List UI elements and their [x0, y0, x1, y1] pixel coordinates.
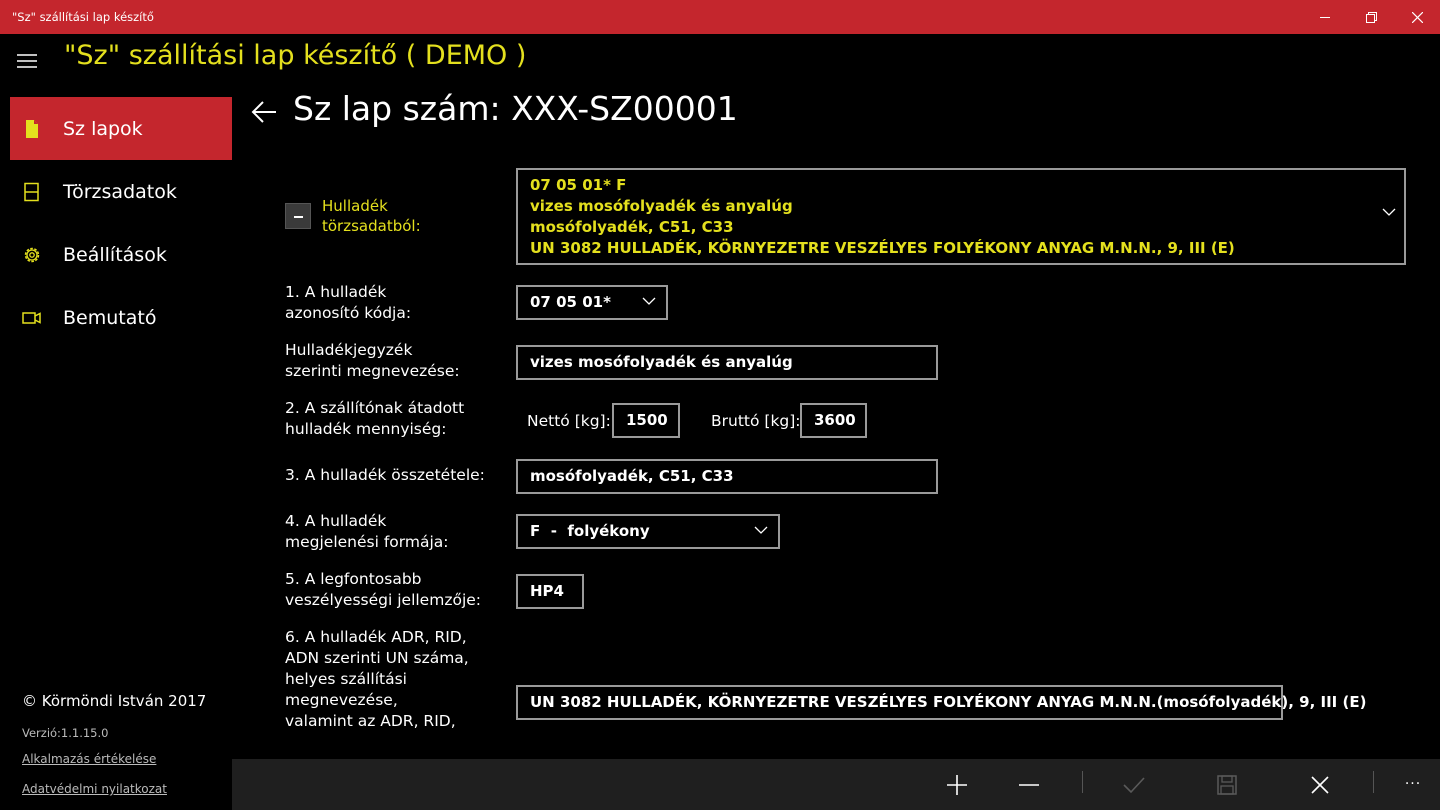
- name-label-line1: Hulladékjegyzék: [285, 341, 413, 359]
- master-line-composition: mosófolyadék, C51, C33: [530, 218, 734, 236]
- hazard-value: HP4: [530, 582, 564, 600]
- quantity-label-line2: hulladék mennyiség:: [285, 420, 447, 438]
- waste-code-value: 07 05 01*: [530, 293, 611, 311]
- back-button[interactable]: [248, 96, 280, 128]
- master-label-line1: Hulladék: [322, 197, 388, 215]
- sidebar-item-label: Sz lapok: [63, 118, 143, 140]
- close-icon: [1411, 11, 1423, 23]
- command-separator: [1373, 771, 1374, 793]
- app-title: "Sz" szállítási lap készítő ( DEMO ): [64, 40, 527, 71]
- check-icon: [1123, 776, 1145, 793]
- un-label-line: 6. A hulladék ADR, RID,: [285, 628, 467, 646]
- back-arrow-icon: [251, 101, 276, 123]
- restore-icon: [1365, 11, 1377, 23]
- window-close-button[interactable]: [1394, 0, 1440, 34]
- gross-weight-field[interactable]: 3600: [800, 403, 867, 438]
- more-options-button[interactable]: ...: [1398, 772, 1428, 796]
- privacy-policy-link[interactable]: Adatvédelmi nyilatkozat: [22, 782, 167, 796]
- quantity-label-line1: 2. A szállítónak átadott: [285, 399, 465, 417]
- form-type-label-line1: 4. A hulladék: [285, 512, 387, 530]
- copyright-text: © Körmöndi István 2017: [22, 692, 207, 710]
- net-label: Nettó [kg]:: [527, 412, 611, 430]
- window-title: "Sz" szállítási lap készítő: [12, 10, 154, 24]
- code-label-line2: azonosító kódja:: [285, 304, 412, 322]
- minimize-button[interactable]: [1302, 0, 1348, 34]
- master-label: Hulladék törzsadatból:: [322, 196, 421, 236]
- net-weight-field[interactable]: 1500: [612, 403, 680, 438]
- chevron-down-icon: [754, 526, 768, 534]
- accept-button[interactable]: [1110, 759, 1158, 810]
- code-label: 1. A hulladék azonosító kódja:: [285, 282, 411, 324]
- composition-field[interactable]: mosófolyadék, C51, C33: [516, 459, 938, 494]
- video-icon: [22, 312, 41, 324]
- waste-code-dropdown[interactable]: 07 05 01*: [516, 285, 668, 320]
- database-icon: [24, 182, 39, 202]
- hamburger-icon: [17, 54, 37, 68]
- minus-icon: [1019, 783, 1039, 786]
- sidebar-item-label: Bemutató: [63, 307, 157, 329]
- master-data-dropdown[interactable]: 07 05 01* F vizes mosófolyadék és anyalú…: [516, 168, 1406, 265]
- un-label-line: helyes szállítási: [285, 670, 407, 688]
- restore-button[interactable]: [1348, 0, 1394, 34]
- hazard-label-line1: 5. A legfontosabb: [285, 570, 422, 588]
- waste-name-field[interactable]: vizes mosófolyadék és anyalúg: [516, 345, 938, 380]
- sidebar-item-beallitasok[interactable]: Beállítások: [10, 223, 232, 286]
- sidebar-item-bemutato[interactable]: Bemutató: [10, 286, 232, 349]
- rate-app-link[interactable]: Alkalmazás értékelése: [22, 752, 156, 766]
- minimize-icon: [1320, 17, 1330, 18]
- sidebar-item-label: Beállítások: [63, 244, 167, 266]
- plus-icon: [947, 774, 967, 795]
- collapse-button[interactable]: [285, 203, 311, 229]
- close-icon: [1311, 775, 1329, 794]
- composition-label: 3. A hulladék összetétele:: [285, 466, 485, 484]
- hazard-label: 5. A legfontosabb veszélyességi jellemző…: [285, 569, 481, 611]
- gear-icon: [24, 247, 40, 263]
- gross-weight-value: 3600: [814, 411, 856, 429]
- version-text: Verzió:1.1.15.0: [22, 726, 109, 740]
- hazard-label-line2: veszélyességi jellemzője:: [285, 591, 482, 609]
- save-button[interactable]: [1203, 759, 1251, 810]
- master-label-line2: törzsadatból:: [322, 217, 421, 235]
- chevron-down-icon: [1382, 208, 1396, 216]
- command-bar: [232, 759, 1440, 810]
- un-label: 6. A hulladék ADR, RID, ADN szerinti UN …: [285, 627, 469, 732]
- save-icon: [1217, 774, 1237, 795]
- quantity-label: 2. A szállítónak átadott hulladék mennyi…: [285, 398, 464, 440]
- un-field[interactable]: UN 3082 HULLADÉK, KÖRNYEZETRE VESZÉLYES …: [516, 685, 1366, 720]
- form-type-label: 4. A hulladék megjelenési formája:: [285, 511, 449, 553]
- chevron-down-icon: [642, 297, 656, 305]
- add-button[interactable]: [933, 759, 981, 810]
- cancel-button[interactable]: [1296, 759, 1344, 810]
- master-line-name: vizes mosófolyadék és anyalúg: [530, 197, 793, 215]
- gross-label: Bruttó [kg]:: [711, 412, 801, 430]
- remove-button[interactable]: [1005, 759, 1053, 810]
- net-weight-value: 1500: [626, 411, 668, 429]
- composition-value: mosófolyadék, C51, C33: [530, 467, 734, 485]
- name-label-line2: szerinti megnevezése:: [285, 362, 460, 380]
- hazard-field[interactable]: HP4: [516, 574, 584, 609]
- minus-icon: [294, 216, 303, 218]
- command-separator: [1082, 771, 1083, 793]
- code-label-line1: 1. A hulladék: [285, 283, 387, 301]
- master-line-un: UN 3082 HULLADÉK, KÖRNYEZETRE VESZÉLYES …: [530, 239, 1235, 257]
- document-icon: [26, 120, 38, 138]
- hamburger-menu-button[interactable]: [10, 44, 44, 78]
- un-value: UN 3082 HULLADÉK, KÖRNYEZETRE VESZÉLYES …: [530, 693, 1367, 711]
- form-type-label-line2: megjelenési formája:: [285, 533, 449, 551]
- sidebar-item-sz-lapok[interactable]: Sz lapok: [10, 97, 232, 160]
- sidebar-item-torzsadatok[interactable]: Törzsadatok: [10, 160, 232, 223]
- name-label: Hulladékjegyzék szerinti megnevezése:: [285, 340, 460, 382]
- un-label-line: valamint az ADR, RID,: [285, 712, 456, 730]
- un-label-line: ADN szerinti UN száma,: [285, 649, 469, 667]
- page-title: Sz lap szám: XXX-SZ00001: [293, 89, 738, 128]
- master-line-code: 07 05 01* F: [530, 176, 627, 194]
- waste-name-value: vizes mosófolyadék és anyalúg: [530, 353, 793, 371]
- form-type-value: F - folyékony: [530, 522, 650, 540]
- title-bar: "Sz" szállítási lap készítő: [0, 0, 1440, 34]
- form-type-dropdown[interactable]: F - folyékony: [516, 514, 780, 549]
- sidebar-item-label: Törzsadatok: [63, 181, 177, 203]
- un-label-line: megnevezése,: [285, 691, 398, 709]
